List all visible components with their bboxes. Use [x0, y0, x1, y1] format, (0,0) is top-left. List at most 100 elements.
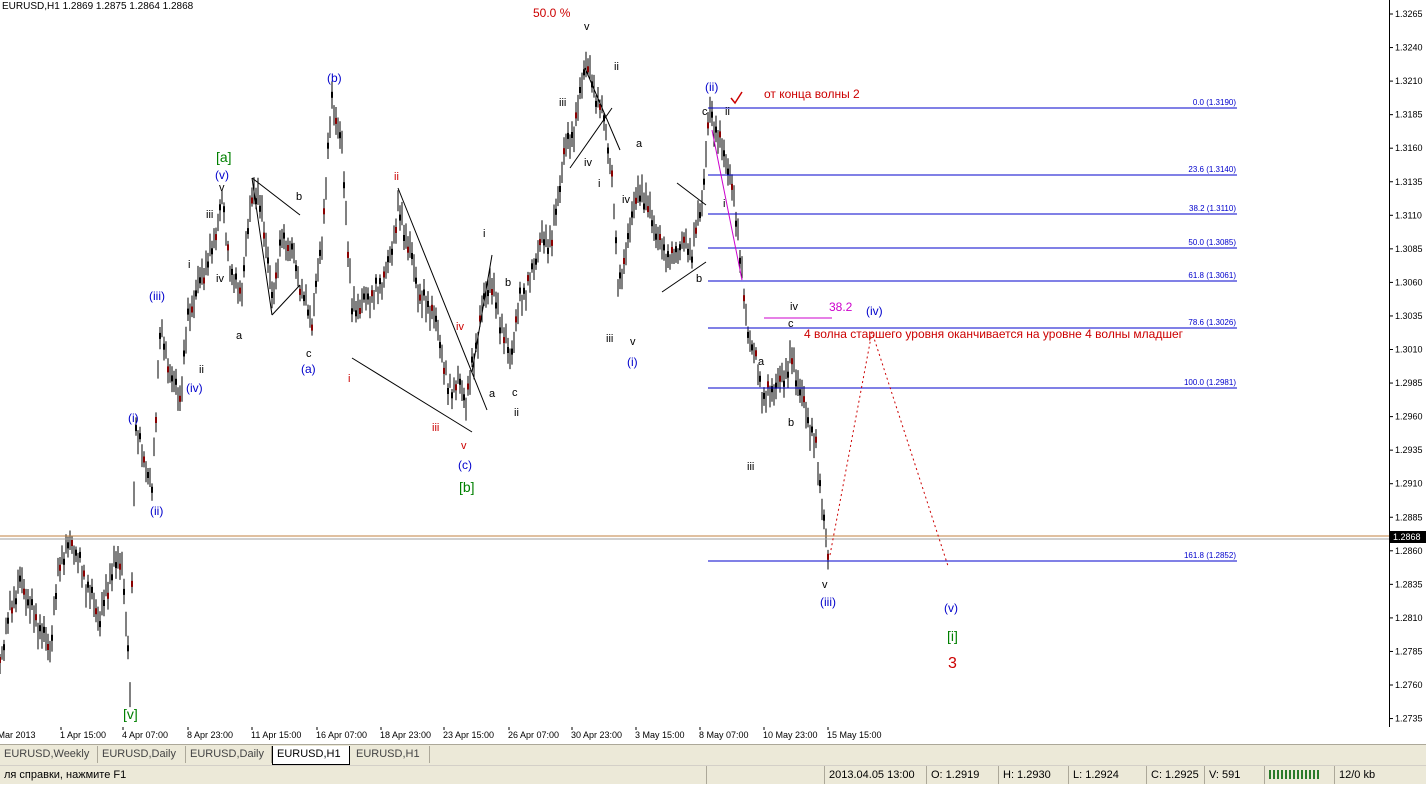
candle-body: [159, 332, 161, 339]
wave-label: ii: [725, 106, 730, 118]
wave-label: ii: [514, 407, 519, 419]
candle-body: [63, 558, 65, 565]
candle-body: [71, 540, 73, 546]
tab-eurusd-h1-2[interactable]: EURUSD,H1: [352, 746, 430, 763]
status-close: C: 1.2925: [1146, 766, 1204, 784]
candle-body: [511, 348, 513, 355]
wave-label: b: [296, 191, 302, 203]
candle-body: [191, 306, 193, 313]
candle-body: [663, 244, 665, 251]
fib-382-label: 38.2: [829, 300, 853, 314]
note-wave4: 4 волна старшего уровня оканчивается на …: [804, 327, 1184, 341]
candle-body: [515, 316, 517, 323]
price-chart[interactable]: 0.0 (1.3190) 23.6 (1.3140) 38.2 (1.3110)…: [0, 0, 1389, 727]
price-label: 1.3060: [1395, 277, 1423, 287]
candle-body: [751, 344, 753, 351]
status-connection-icon: [1264, 766, 1334, 784]
candle-body: [123, 588, 125, 595]
candle-body: [459, 378, 461, 385]
time-label: 7 Mar 2013: [0, 730, 36, 740]
candle-body: [7, 617, 9, 624]
candle-body: [411, 253, 413, 259]
wave-label: iii: [206, 209, 213, 221]
candle-body: [247, 228, 249, 235]
candle-body: [623, 258, 625, 264]
candle-body: [227, 244, 229, 251]
candle-body: [403, 235, 405, 241]
candle-body: [179, 395, 181, 402]
candle-body: [651, 220, 653, 227]
candle-body: [151, 486, 153, 493]
candle-body: [819, 480, 821, 487]
wave-label: iii: [432, 422, 439, 434]
candle-body: [23, 588, 25, 595]
candle-body: [215, 234, 217, 241]
trend-line: [351, 357, 473, 433]
candle-body: [799, 389, 801, 396]
candle-body: [631, 211, 633, 218]
wave-label: a: [236, 330, 243, 342]
candle-body: [723, 150, 725, 157]
tab-eurusd-h1[interactable]: EURUSD,H1: [272, 746, 350, 765]
wave-label: i: [483, 228, 485, 240]
candle-body: [67, 542, 69, 549]
candle-body: [439, 342, 441, 349]
wave-label: i: [348, 373, 350, 385]
candle-body: [95, 608, 97, 615]
candle-body: [735, 220, 737, 227]
fib-label: 0.0 (1.3190): [1193, 98, 1236, 107]
tab-eurusd-weekly[interactable]: EURUSD,Weekly: [0, 746, 98, 763]
candle-body: [699, 212, 701, 219]
projection-path: [829, 331, 949, 567]
wave-label: v: [822, 579, 828, 591]
price-label: 1.3035: [1395, 311, 1423, 321]
candle-body: [279, 239, 281, 246]
wave-label: iv: [456, 321, 464, 333]
chart-area[interactable]: EURUSD,H1 1.2869 1.2875 1.2864 1.2868 0.…: [0, 0, 1389, 727]
time-label: 10 May 23:00: [763, 730, 818, 740]
candle-body: [407, 246, 409, 253]
candle-body: [643, 203, 645, 210]
candle-body: [595, 100, 597, 107]
candle-body: [579, 87, 581, 93]
status-open: O: 1.2919: [926, 766, 998, 784]
price-label: 1.2835: [1395, 579, 1423, 589]
fib-label: 161.8 (1.2852): [1184, 551, 1236, 560]
candle-body: [787, 371, 789, 378]
price-label: 1.3160: [1395, 143, 1423, 153]
wave-label: [a]: [216, 149, 232, 165]
price-label: 1.2735: [1395, 714, 1423, 724]
candle-body: [339, 132, 341, 139]
status-high: H: 1.2930: [998, 766, 1068, 784]
time-label: 3 May 15:00: [635, 730, 685, 740]
candle-body: [347, 251, 349, 258]
candle-body: [303, 295, 305, 302]
candle-body: [499, 327, 501, 334]
tab-eurusd-daily-2[interactable]: EURUSD,Daily: [186, 746, 272, 763]
candle-body: [395, 227, 397, 233]
price-label: 1.3240: [1395, 43, 1423, 53]
price-label: 1.3110: [1395, 210, 1422, 220]
candle-body: [683, 236, 685, 243]
candle-body: [691, 256, 693, 263]
candle-body: [447, 388, 449, 394]
candle-body: [11, 607, 13, 614]
wave-label: 3: [948, 655, 957, 672]
price-label: 1.2785: [1395, 646, 1423, 656]
candle-body: [107, 592, 109, 599]
candle-body: [415, 277, 417, 284]
wave-label: b: [696, 273, 702, 285]
current-price-badge: 1.2868: [1390, 531, 1426, 543]
price-label: 1.3265: [1395, 9, 1423, 19]
wave-label: b: [505, 277, 511, 289]
candle-body: [99, 621, 101, 628]
price-label: 1.3210: [1395, 76, 1423, 86]
tab-eurusd-daily[interactable]: EURUSD,Daily: [98, 746, 186, 763]
candle-body: [507, 347, 509, 353]
candle-body: [427, 301, 429, 307]
candle-body: [175, 378, 177, 385]
candle-body: [503, 337, 505, 344]
candle-body: [183, 350, 185, 357]
status-volume: V: 591: [1204, 766, 1264, 784]
wave-label: (i): [128, 411, 139, 425]
